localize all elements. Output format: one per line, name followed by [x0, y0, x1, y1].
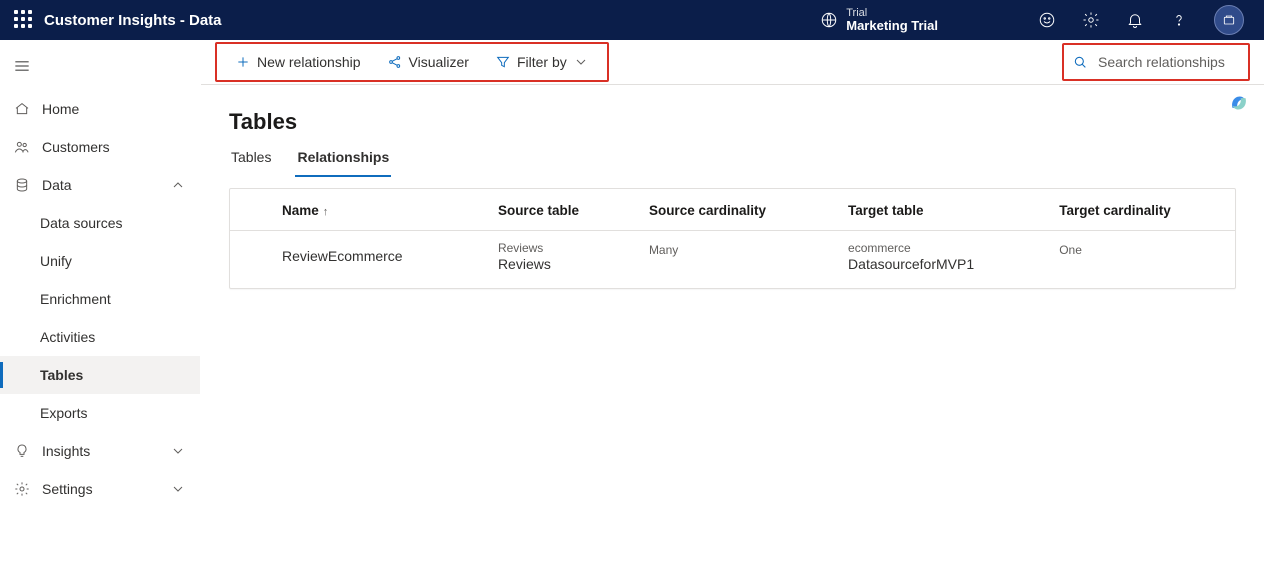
sidebar-item-exports[interactable]: Exports [0, 394, 200, 432]
sidebar-item-insights[interactable]: Insights [0, 432, 200, 470]
data-icon [14, 177, 30, 193]
sidebar-item-label: Exports [40, 405, 87, 421]
relationships-table-card: Name↑ Source table Source cardinality Ta… [229, 188, 1236, 289]
sidebar-item-enrichment[interactable]: Enrichment [0, 280, 200, 318]
plus-icon [235, 54, 251, 70]
filter-icon [495, 54, 511, 70]
main: New relationship Visualizer Filter by [201, 40, 1264, 571]
environment-name: Marketing Trial [846, 19, 938, 33]
sort-asc-icon: ↑ [323, 206, 329, 218]
button-label: Filter by [517, 54, 567, 70]
feedback-icon[interactable] [1038, 11, 1056, 29]
sidebar-item-label: Activities [40, 329, 95, 345]
tab-relationships[interactable]: Relationships [295, 149, 391, 177]
sidebar-item-home[interactable]: Home [0, 90, 200, 128]
sidebar: Home Customers Data Data sources Unify E… [0, 40, 201, 571]
sidebar-item-data-sources[interactable]: Data sources [0, 204, 200, 242]
col-name[interactable]: Name↑ [230, 189, 482, 231]
chevron-down-icon [170, 443, 186, 459]
chevron-up-icon [170, 177, 186, 193]
share-nodes-icon [387, 54, 403, 70]
cell-source-cardinality: Many [633, 231, 832, 288]
cell-source-table: Reviews Reviews [482, 231, 633, 288]
table-row[interactable]: ReviewEcommerce Reviews Reviews Many eco… [230, 231, 1235, 288]
tab-tables[interactable]: Tables [229, 149, 273, 177]
sidebar-item-unify[interactable]: Unify [0, 242, 200, 280]
app-title: Customer Insights - Data [44, 12, 222, 29]
col-target-table[interactable]: Target table [832, 189, 1043, 231]
sidebar-item-label: Insights [42, 443, 90, 459]
top-bar: Customer Insights - Data Trial Marketing… [0, 0, 1264, 40]
home-icon [14, 101, 30, 117]
command-bar-left-highlight: New relationship Visualizer Filter by [215, 42, 609, 82]
col-target-cardinality[interactable]: Target cardinality [1043, 189, 1235, 231]
copilot-icon[interactable] [1226, 90, 1252, 116]
sidebar-item-label: Enrichment [40, 291, 111, 307]
sidebar-item-label: Unify [40, 253, 72, 269]
sidebar-item-label: Settings [42, 481, 93, 497]
tab-label: Tables [231, 149, 271, 165]
gear-icon [14, 481, 30, 497]
insights-icon [14, 443, 30, 459]
environment-label: Trial [846, 7, 938, 19]
sidebar-item-tables[interactable]: Tables [0, 356, 200, 394]
globe-icon [820, 11, 838, 29]
help-icon[interactable] [1170, 11, 1188, 29]
avatar[interactable] [1214, 5, 1244, 35]
sidebar-item-customers[interactable]: Customers [0, 128, 200, 166]
sidebar-item-label: Data sources [40, 215, 122, 231]
chevron-down-icon [573, 54, 589, 70]
cell-target-table: ecommerce DatasourceforMVP1 [832, 231, 1043, 288]
cell-name: ReviewEcommerce [230, 231, 482, 288]
sidebar-item-label: Data [42, 177, 72, 193]
col-source-table[interactable]: Source table [482, 189, 633, 231]
col-source-cardinality[interactable]: Source cardinality [633, 189, 832, 231]
settings-icon[interactable] [1082, 11, 1100, 29]
search-icon [1072, 54, 1088, 70]
sidebar-item-activities[interactable]: Activities [0, 318, 200, 356]
sidebar-item-label: Customers [42, 139, 110, 155]
command-bar: New relationship Visualizer Filter by [201, 40, 1264, 85]
sidebar-toggle[interactable] [12, 56, 36, 80]
page-title: Tables [229, 109, 1236, 135]
customers-icon [14, 139, 30, 155]
new-relationship-button[interactable]: New relationship [227, 46, 369, 78]
search-relationships[interactable] [1062, 43, 1250, 81]
sidebar-item-data[interactable]: Data [0, 166, 200, 204]
button-label: New relationship [257, 54, 361, 70]
sidebar-item-label: Tables [40, 367, 83, 383]
filter-by-button[interactable]: Filter by [487, 46, 597, 78]
tab-label: Relationships [297, 149, 389, 165]
chevron-down-icon [170, 481, 186, 497]
page-tabs: Tables Relationships [229, 149, 1236, 178]
environment-switcher[interactable]: Trial Marketing Trial [820, 7, 938, 33]
sidebar-item-settings[interactable]: Settings [0, 470, 200, 508]
relationships-table: Name↑ Source table Source cardinality Ta… [230, 189, 1235, 288]
search-input[interactable] [1096, 53, 1240, 71]
cell-target-cardinality: One [1043, 231, 1235, 288]
notifications-icon[interactable] [1126, 11, 1144, 29]
sidebar-item-label: Home [42, 101, 79, 117]
app-launcher-icon[interactable] [14, 10, 34, 30]
button-label: Visualizer [409, 54, 469, 70]
visualizer-button[interactable]: Visualizer [379, 46, 477, 78]
table-header-row: Name↑ Source table Source cardinality Ta… [230, 189, 1235, 231]
